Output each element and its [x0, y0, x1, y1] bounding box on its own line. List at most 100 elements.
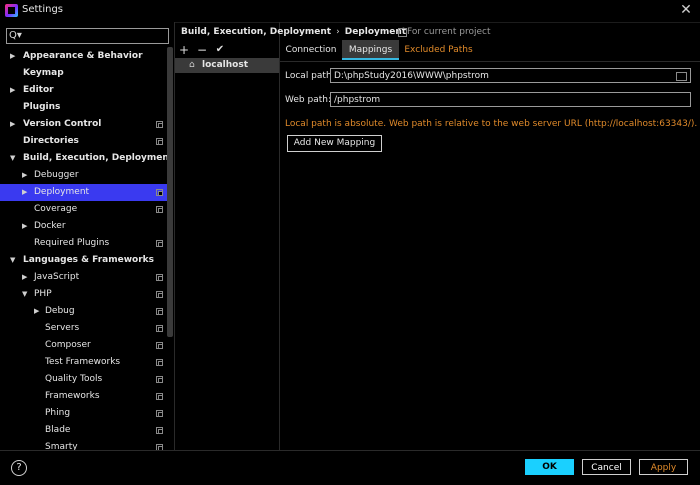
- tree-item-label: Test Frameworks: [45, 357, 121, 367]
- tree-item[interactable]: ▶ JavaScript: [0, 269, 173, 286]
- project-scope-icon: [156, 206, 163, 213]
- local-path-field[interactable]: D:\phpStudy2016\WWW\phpstrom: [330, 68, 691, 83]
- close-icon[interactable]: ✕: [678, 2, 694, 18]
- tree-item[interactable]: Servers: [0, 320, 173, 337]
- tab-connection[interactable]: Connection: [280, 40, 342, 60]
- tab-excluded-paths[interactable]: Excluded Paths: [401, 40, 476, 60]
- ok-button[interactable]: OK: [525, 459, 574, 475]
- tree-scrollbar[interactable]: [167, 47, 173, 337]
- server-item-localhost[interactable]: ⌂ localhost: [175, 58, 279, 73]
- tree-item-label: JavaScript: [34, 272, 80, 282]
- tree-item-label: Quality Tools: [45, 374, 103, 384]
- tab-mappings[interactable]: Mappings: [342, 40, 399, 60]
- project-scope-icon: [156, 427, 163, 434]
- tree-item[interactable]: Directories: [0, 133, 173, 150]
- tree-item[interactable]: Phing: [0, 405, 173, 422]
- server-toolbar: + − ✔: [175, 42, 279, 58]
- project-scope-icon: [398, 28, 407, 37]
- tree-item-label: Editor: [23, 85, 54, 95]
- window-title: Settings: [22, 4, 64, 15]
- project-scope-icon: [156, 410, 163, 417]
- tree-item[interactable]: Test Frameworks: [0, 354, 173, 371]
- project-scope-icon: [156, 376, 163, 383]
- tree-item[interactable]: ▶ Editor: [0, 82, 173, 99]
- tree-item-label: Keymap: [23, 68, 64, 78]
- tree-item[interactable]: Blade: [0, 422, 173, 439]
- expand-arrow-icon[interactable]: ▶: [22, 184, 27, 201]
- set-default-server-button[interactable]: ✔: [213, 42, 227, 58]
- collapse-arrow-icon[interactable]: ▼: [10, 252, 15, 269]
- expand-arrow-icon[interactable]: ▶: [10, 82, 15, 99]
- expand-arrow-icon[interactable]: ▶: [22, 269, 27, 286]
- tree-item-label: Deployment: [34, 187, 90, 197]
- breadcrumb-part-deployment: Deployment: [344, 27, 407, 37]
- tree-item[interactable]: ▶ Debug: [0, 303, 173, 320]
- tree-item[interactable]: Coverage: [0, 201, 173, 218]
- tree-item-label: Languages & Frameworks: [23, 255, 155, 265]
- add-new-mapping-button[interactable]: Add New Mapping: [287, 135, 382, 152]
- tree-item[interactable]: ▼ PHP: [0, 286, 173, 303]
- tree-item[interactable]: ▶ Version Control: [0, 116, 173, 133]
- tree-item[interactable]: Frameworks: [0, 388, 173, 405]
- project-scope-icon: [156, 393, 163, 400]
- tree-item-label: Composer: [45, 340, 91, 350]
- tree-item-label: PHP: [34, 289, 52, 299]
- tree-item-label: Debug: [45, 306, 75, 316]
- apply-button[interactable]: Apply: [639, 459, 688, 475]
- tree-item[interactable]: ▶ Deployment: [0, 184, 173, 201]
- tree-item-label: Phing: [45, 408, 71, 418]
- tree-item[interactable]: Required Plugins: [0, 235, 173, 252]
- tree-item[interactable]: Composer: [0, 337, 173, 354]
- tree-item-label: Servers: [45, 323, 80, 333]
- tree-item[interactable]: Smarty: [0, 439, 173, 450]
- phpstorm-app-icon: [5, 4, 18, 17]
- project-scope-icon: [156, 359, 163, 366]
- project-scope-icon: [156, 308, 163, 315]
- expand-arrow-icon[interactable]: ▶: [34, 303, 39, 320]
- expand-arrow-icon[interactable]: ▶: [22, 167, 27, 184]
- mappings-panel: Local path: D:\phpStudy2016\WWW\phpstrom…: [280, 61, 700, 451]
- tree-item-label: Docker: [34, 221, 66, 231]
- tree-item[interactable]: ▶ Appearance & Behavior: [0, 48, 173, 65]
- tree-item-label: Frameworks: [45, 391, 100, 401]
- tree-item-label: Blade: [45, 425, 71, 435]
- project-scope-icon: [156, 291, 163, 298]
- tree-item[interactable]: ▶ Docker: [0, 218, 173, 235]
- path-warning-message: Local path is absolute. Web path is rela…: [285, 119, 698, 129]
- project-scope-icon: [156, 121, 163, 128]
- dialog-footer: ? OK Cancel Apply: [0, 450, 700, 485]
- collapse-arrow-icon[interactable]: ▼: [22, 286, 27, 303]
- web-path-field[interactable]: /phpstrom: [330, 92, 691, 107]
- project-scope-icon: [156, 240, 163, 247]
- local-path-label: Local path:: [285, 71, 335, 81]
- search-input[interactable]: Q▾: [6, 28, 169, 44]
- expand-arrow-icon[interactable]: ▶: [10, 48, 15, 65]
- tree-item[interactable]: Quality Tools: [0, 371, 173, 388]
- tree-item-label: Coverage: [34, 204, 78, 214]
- expand-arrow-icon[interactable]: ▶: [22, 218, 27, 235]
- tree-item-label: Plugins: [23, 102, 61, 112]
- tree-item-label: Required Plugins: [34, 238, 110, 248]
- add-server-button[interactable]: +: [177, 42, 191, 58]
- project-scope-icon: [156, 342, 163, 349]
- search-icon[interactable]: Q▾: [9, 29, 22, 43]
- tree-item[interactable]: Plugins: [0, 99, 173, 116]
- cancel-button[interactable]: Cancel: [582, 459, 631, 475]
- local-path-value: D:\phpStudy2016\WWW\phpstrom: [334, 71, 489, 81]
- for-current-project-label: For current project: [407, 27, 491, 37]
- server-list-pane: + − ✔ ⌂ localhost: [175, 22, 280, 450]
- tree-item[interactable]: ▶ Debugger: [0, 167, 173, 184]
- collapse-arrow-icon[interactable]: ▼: [10, 150, 15, 167]
- breadcrumb-part-build: Build, Execution, Deployment: [181, 27, 332, 37]
- web-path-value: /phpstrom: [334, 95, 381, 105]
- tree-item[interactable]: Keymap: [0, 65, 173, 82]
- server-name: localhost: [202, 60, 249, 70]
- settings-tree-pane: Q▾ ▶ Appearance & Behavior Keymap ▶ Editor Pl…: [0, 22, 175, 450]
- expand-arrow-icon[interactable]: ▶: [10, 116, 15, 133]
- folder-icon[interactable]: [676, 72, 687, 81]
- tree-item[interactable]: ▼ Build, Execution, Deployment: [0, 150, 173, 167]
- tree-item-label: Build, Execution, Deployment: [23, 153, 174, 163]
- tree-item[interactable]: ▼ Languages & Frameworks: [0, 252, 173, 269]
- help-icon[interactable]: ?: [11, 460, 27, 476]
- remove-server-button[interactable]: −: [195, 42, 209, 58]
